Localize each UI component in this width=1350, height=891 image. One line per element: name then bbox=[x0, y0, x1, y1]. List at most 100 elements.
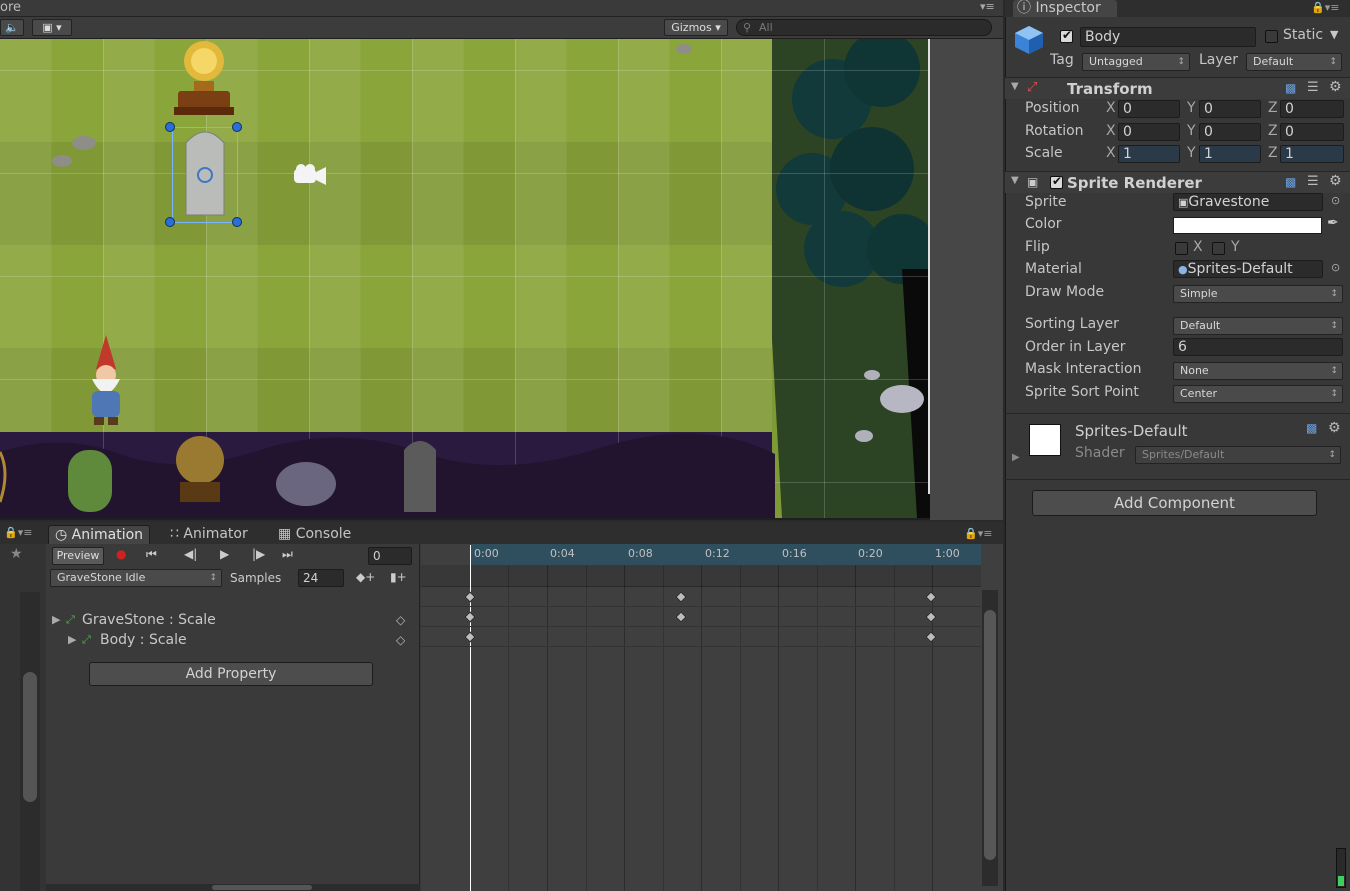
preview-button[interactable]: Preview bbox=[52, 547, 104, 565]
clip-dropdown[interactable]: GraveStone Idle bbox=[50, 569, 222, 587]
rotation-z-input[interactable]: 0 bbox=[1280, 123, 1344, 141]
tag-dropdown[interactable]: Untagged bbox=[1082, 53, 1190, 71]
help-icon[interactable]: ▩ bbox=[1285, 81, 1296, 95]
scene-canvas[interactable] bbox=[0, 39, 930, 518]
static-dropdown-arrow-icon[interactable]: ▼ bbox=[1330, 28, 1338, 41]
preset-icon[interactable]: ☰ bbox=[1307, 174, 1319, 189]
preset-icon[interactable]: ☰ bbox=[1307, 80, 1319, 95]
panel-menu-icon[interactable]: ▾≡ bbox=[980, 0, 995, 13]
tab-console[interactable]: ▦ Console bbox=[272, 525, 357, 545]
sprite-object-field[interactable]: ▣Gravestone bbox=[1173, 193, 1323, 211]
shader-dropdown[interactable]: Sprites/Default bbox=[1135, 446, 1341, 464]
position-y-input[interactable]: 0 bbox=[1199, 100, 1261, 118]
draw-mode-dropdown[interactable]: Simple bbox=[1173, 285, 1343, 303]
sprite-renderer-enabled-checkbox[interactable] bbox=[1050, 174, 1063, 189]
timeline-row-gravestone[interactable] bbox=[421, 607, 981, 627]
eyedropper-icon[interactable]: ✒ bbox=[1327, 215, 1339, 231]
material-label: Material bbox=[1025, 261, 1082, 277]
color-swatch[interactable] bbox=[1173, 217, 1322, 234]
help-icon[interactable]: ▩ bbox=[1306, 421, 1317, 435]
samples-input[interactable]: 24 bbox=[298, 569, 344, 587]
scene-search-input[interactable]: ⚲ All bbox=[736, 19, 992, 36]
resize-handle-br[interactable] bbox=[232, 217, 242, 227]
sidebar-scroll-thumb[interactable] bbox=[23, 672, 37, 802]
sorting-layer-dropdown[interactable]: Default bbox=[1173, 317, 1343, 335]
foldout-arrow-icon[interactable]: ▼ bbox=[1011, 81, 1019, 92]
gizmos-dropdown[interactable]: Gizmos ▾ bbox=[664, 19, 728, 36]
order-in-layer-input[interactable]: 6 bbox=[1173, 338, 1343, 356]
effects-dropdown[interactable]: ▣ ▾ bbox=[32, 19, 72, 36]
expand-arrow-icon[interactable]: ▶ bbox=[52, 610, 60, 630]
add-property-button[interactable]: Add Property bbox=[89, 662, 373, 686]
next-frame-icon[interactable]: |▶ bbox=[252, 547, 265, 561]
resize-handle-tl[interactable] bbox=[165, 122, 175, 132]
sidebar-scrollbar[interactable] bbox=[20, 592, 40, 891]
timeline-vscroll[interactable] bbox=[982, 590, 998, 886]
position-x-input[interactable]: 0 bbox=[1118, 100, 1180, 118]
object-picker-icon[interactable]: ⊙ bbox=[1331, 194, 1340, 207]
panel-lock-menu-icon[interactable]: 🔒▾≡ bbox=[964, 527, 992, 540]
last-frame-icon[interactable]: ⏭ bbox=[282, 547, 293, 562]
property-row-body-scale[interactable]: ▶ ⤢ Body : Scale ◇ bbox=[50, 630, 416, 650]
active-checkbox[interactable] bbox=[1060, 28, 1073, 43]
add-component-button[interactable]: Add Component bbox=[1032, 490, 1317, 516]
scene-tab-title[interactable]: ore bbox=[0, 0, 21, 15]
transform-header[interactable]: ▼ ⤢ Transform ▩ ☰ ⚙ bbox=[1005, 77, 1350, 99]
record-icon[interactable]: ● bbox=[116, 547, 126, 561]
help-icon[interactable]: ▩ bbox=[1285, 175, 1296, 189]
add-keyframe-icon[interactable]: ◆+ bbox=[356, 570, 375, 584]
static-checkbox[interactable] bbox=[1265, 30, 1278, 43]
gear-icon[interactable]: ⚙ bbox=[1328, 420, 1341, 436]
audio-toggle-button[interactable]: 🔈 bbox=[0, 19, 24, 36]
scale-z-input[interactable]: 1 bbox=[1280, 145, 1344, 163]
resize-handle-bl[interactable] bbox=[165, 217, 175, 227]
inspector-lock-menu-icon[interactable]: 🔒▾≡ bbox=[1311, 1, 1339, 14]
keyframe-diamond-icon[interactable]: ◇ bbox=[396, 610, 405, 630]
tab-inspector[interactable]: ⓘ Inspector bbox=[1013, 0, 1117, 17]
sprite-renderer-header[interactable]: ▼ ▣ Sprite Renderer ▩ ☰ ⚙ bbox=[1005, 171, 1350, 193]
camera-gizmo-icon[interactable] bbox=[292, 163, 328, 187]
lock-icon[interactable]: 🔒▾≡ bbox=[4, 526, 32, 539]
gear-icon[interactable]: ⚙ bbox=[1329, 173, 1342, 189]
list-hscroll[interactable] bbox=[46, 884, 420, 891]
rotation-x-input[interactable]: 0 bbox=[1118, 123, 1180, 141]
layer-label: Layer bbox=[1199, 52, 1239, 68]
resize-handle-tr[interactable] bbox=[232, 122, 242, 132]
prev-frame-icon[interactable]: ◀| bbox=[184, 547, 197, 561]
add-event-icon[interactable]: ▮+ bbox=[390, 570, 407, 584]
frame-input[interactable]: 0 bbox=[368, 547, 412, 565]
property-row-gravestone-scale[interactable]: ▶ ⤢ GraveStone : Scale ◇ bbox=[50, 610, 416, 630]
position-z-input[interactable]: 0 bbox=[1280, 100, 1344, 118]
rotation-y-input[interactable]: 0 bbox=[1199, 123, 1261, 141]
material-object-field[interactable]: ●Sprites-Default bbox=[1173, 260, 1323, 278]
timeline-vscroll-thumb[interactable] bbox=[984, 610, 996, 860]
mask-interaction-dropdown[interactable]: None bbox=[1173, 362, 1343, 380]
first-frame-icon[interactable]: ⏮ bbox=[146, 547, 157, 562]
material-foldout-arrow-icon[interactable]: ▶ bbox=[1012, 452, 1020, 463]
timeline-summary-row[interactable] bbox=[421, 587, 981, 607]
play-icon[interactable]: ▶ bbox=[220, 547, 229, 561]
gear-icon[interactable]: ⚙ bbox=[1329, 79, 1342, 95]
object-name-input[interactable]: Body bbox=[1080, 27, 1256, 47]
layer-dropdown[interactable]: Default bbox=[1246, 53, 1342, 71]
list-hscroll-thumb[interactable] bbox=[212, 885, 312, 890]
scale-x-input[interactable]: 1 bbox=[1118, 145, 1180, 163]
tab-animation[interactable]: ◷ Animation bbox=[48, 525, 151, 545]
flip-y-checkbox[interactable] bbox=[1212, 242, 1225, 255]
scene-tab-bar: ore ▾≡ bbox=[0, 0, 1003, 17]
star-icon[interactable]: ★ bbox=[10, 546, 23, 562]
expand-arrow-icon[interactable]: ▶ bbox=[68, 630, 76, 650]
sun-trophy-sprite[interactable] bbox=[172, 39, 236, 119]
scale-y-input[interactable]: 1 bbox=[1199, 145, 1261, 163]
timeline-row-body[interactable] bbox=[421, 627, 981, 647]
object-picker-icon[interactable]: ⊙ bbox=[1331, 261, 1340, 274]
sprite-sort-point-label: Sprite Sort Point bbox=[1025, 384, 1139, 400]
sprite-sort-point-dropdown[interactable]: Center bbox=[1173, 385, 1343, 403]
keyframe-diamond-icon[interactable]: ◇ bbox=[396, 630, 405, 650]
flip-x-checkbox[interactable] bbox=[1175, 242, 1188, 255]
gnome-sprite[interactable] bbox=[82, 335, 132, 429]
foldout-arrow-icon[interactable]: ▼ bbox=[1011, 175, 1019, 186]
flip-x-label: X bbox=[1193, 239, 1203, 255]
sorting-layer-label: Sorting Layer bbox=[1025, 316, 1119, 332]
tab-animator[interactable]: ∷ Animator bbox=[164, 525, 254, 545]
